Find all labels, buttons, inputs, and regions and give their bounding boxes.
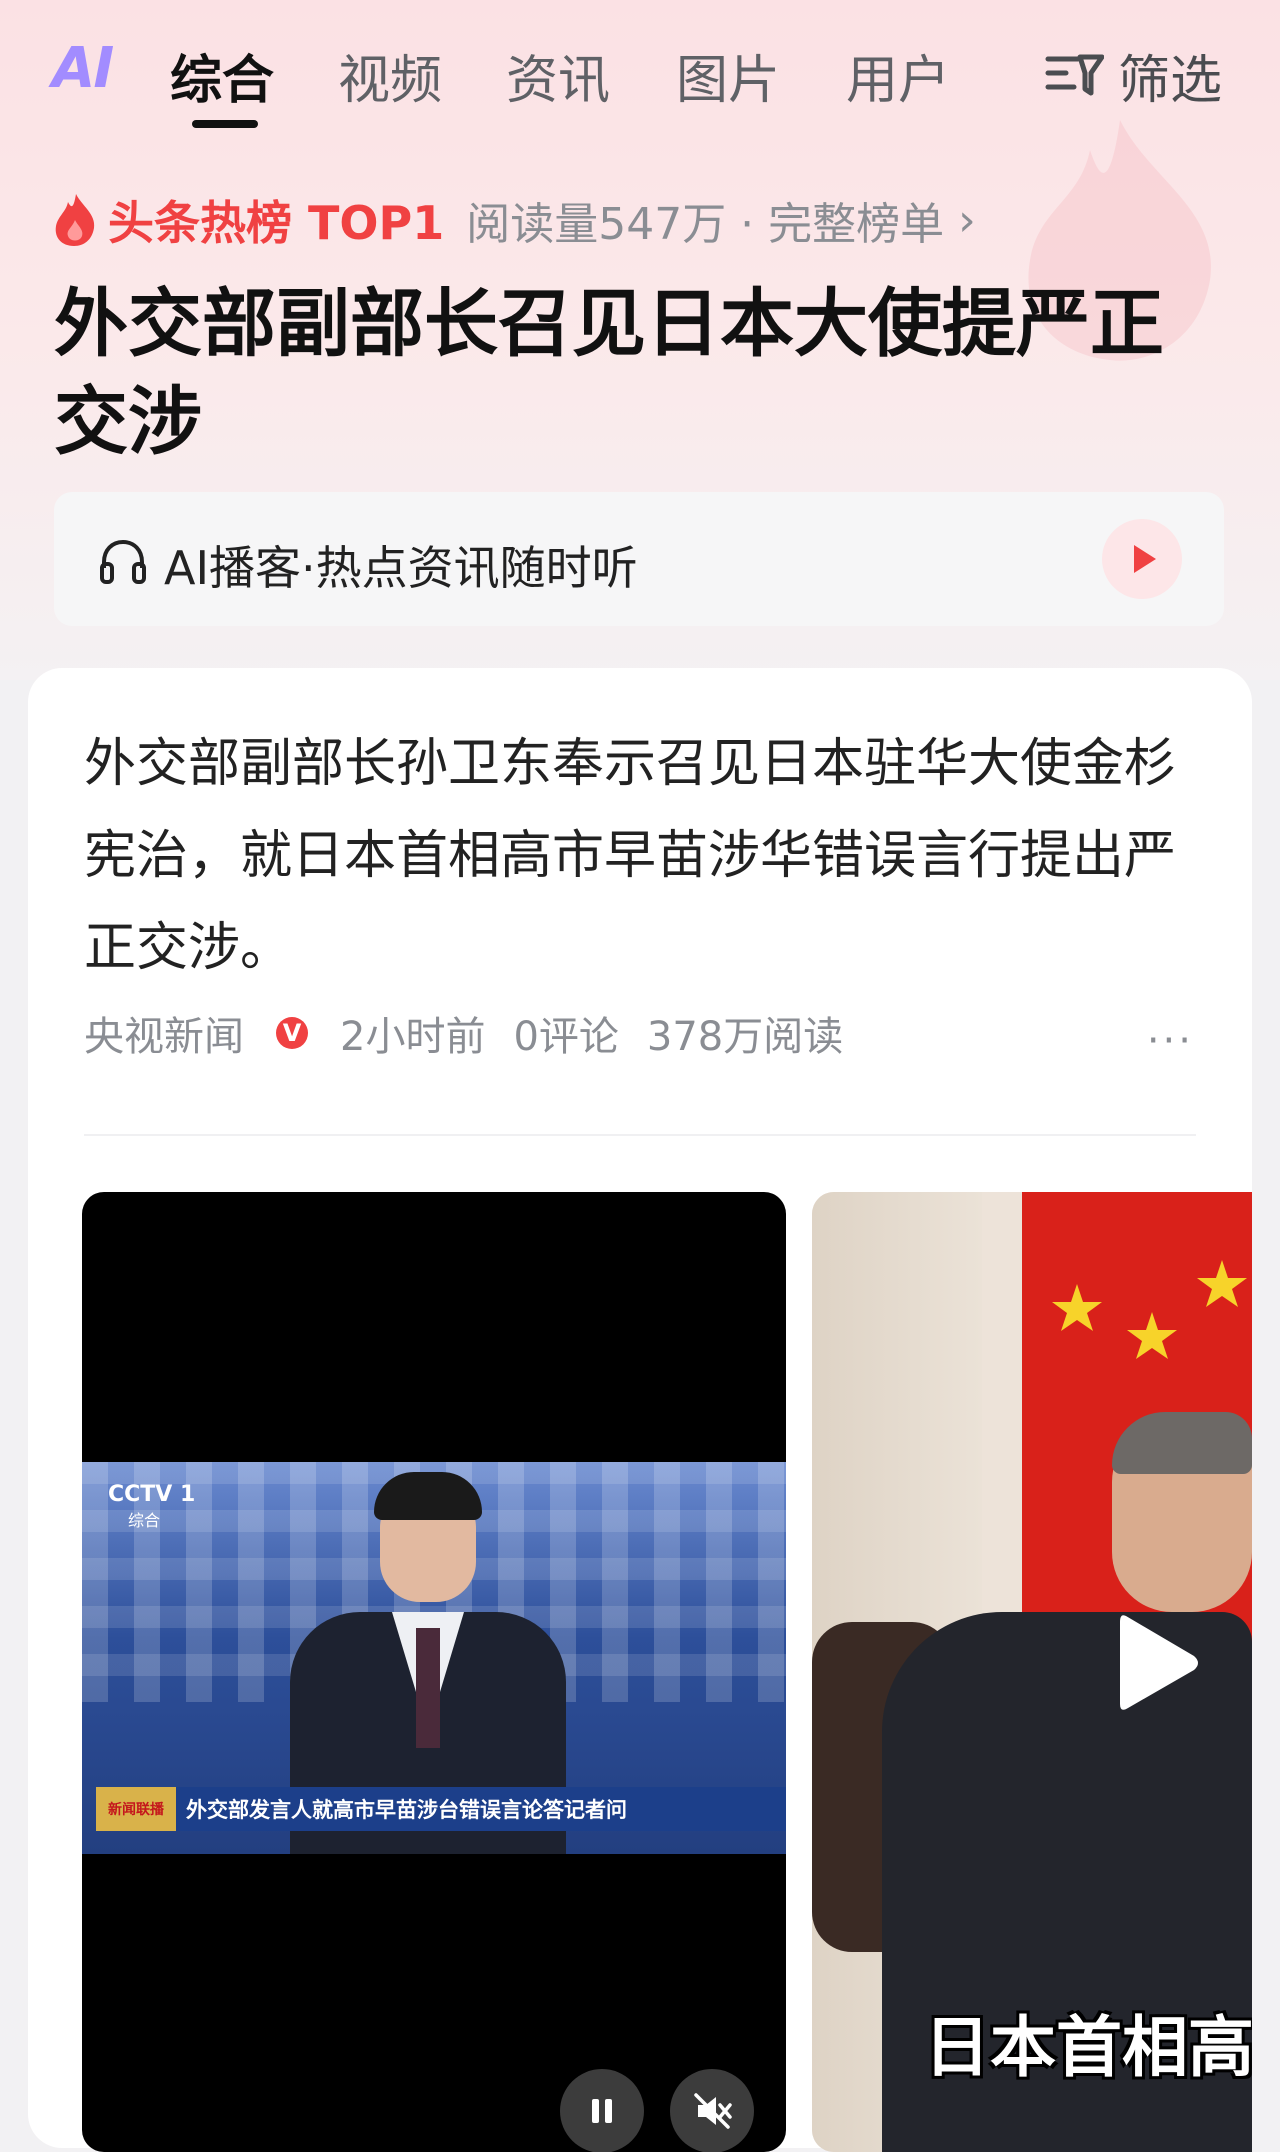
- filter-button[interactable]: 筛选: [1044, 38, 1222, 113]
- search-tabs: AI 综合 视频 资讯 图片 用户 筛选: [0, 0, 1280, 130]
- podcast-label: AI播客·热点资讯随时听: [164, 541, 638, 595]
- chevron-right-icon: ›: [958, 194, 976, 246]
- play-icon[interactable]: [1112, 1608, 1202, 1718]
- comment-count[interactable]: 0评论: [513, 1004, 618, 1062]
- muted-speaker-icon: [694, 2093, 732, 2129]
- hot-list-banner[interactable]: 头条热榜 TOP1 阅读量547万 · 完整榜单 ›: [52, 190, 976, 250]
- anchor-tie: [416, 1628, 440, 1748]
- article-summary[interactable]: 外交部副部长孙卫东奉示召见日本驻华大使金杉宪治，就日本首相高市早苗涉华错误言行提…: [84, 718, 1204, 994]
- active-tab-underline: [192, 120, 258, 128]
- article-card[interactable]: 外交部副部长孙卫东奉示召见日本驻华大使金杉宪治，就日本首相高市早苗涉华错误言行提…: [28, 668, 1252, 2152]
- play-icon: [1134, 545, 1156, 573]
- podcast-play-button[interactable]: [1102, 519, 1182, 599]
- tab-users[interactable]: 用户: [846, 38, 950, 113]
- hot-list-meta[interactable]: 阅读量547万 · 完整榜单: [466, 188, 944, 252]
- flame-icon: [55, 194, 95, 246]
- tab-video[interactable]: 视频: [338, 38, 442, 113]
- tab-images[interactable]: 图片: [676, 38, 780, 113]
- lower-third-text: 外交部发言人就高市早苗涉台错误言论答记者问: [186, 1798, 627, 1822]
- ai-logo[interactable]: AI: [52, 36, 114, 101]
- verified-badge-icon: V: [276, 1017, 308, 1049]
- tab-news[interactable]: 资讯: [506, 38, 610, 113]
- more-options-icon[interactable]: ···: [1147, 1018, 1194, 1064]
- video-player[interactable]: CCTV 1 综合 新闻联播 外交部发言人就高市早苗涉台错误言论答记者问: [82, 1192, 786, 2152]
- page-title[interactable]: 外交部副部长召见日本大使提严正交涉: [54, 275, 1234, 471]
- video-frame: CCTV 1 综合 新闻联播 外交部发言人就高市早苗涉台错误言论答记者问: [82, 1462, 786, 1854]
- flag-stars: [1052, 1260, 1247, 1359]
- hot-list-title: 头条热榜 TOP1: [108, 196, 445, 250]
- publish-time: 2小时前: [340, 1014, 486, 1060]
- tab-comprehensive[interactable]: 综合: [170, 38, 274, 113]
- article-meta: 央视新闻 V 2小时前 0评论 378万阅读: [84, 1003, 871, 1063]
- headphones-icon: [100, 539, 146, 584]
- pause-icon: [592, 2099, 612, 2123]
- photo-caption: 日本首相高市: [924, 2009, 1252, 2086]
- program-logo: 新闻联播: [96, 1787, 176, 1831]
- lower-third-caption: 新闻联播 外交部发言人就高市早苗涉台错误言论答记者问: [96, 1787, 786, 1831]
- filter-label: 筛选: [1117, 51, 1222, 111]
- mute-button[interactable]: [670, 2069, 754, 2152]
- source-name[interactable]: 央视新闻: [84, 1004, 244, 1062]
- channel-logo: CCTV 1 综合: [108, 1482, 195, 1531]
- ai-podcast-bar[interactable]: AI播客·热点资讯随时听: [54, 492, 1224, 626]
- person-hair: [1112, 1412, 1252, 1474]
- pause-button[interactable]: [560, 2069, 644, 2152]
- channel-sub-text: 综合: [128, 1511, 161, 1530]
- read-count: 378万阅读: [646, 1014, 844, 1060]
- anchor-hair: [374, 1472, 482, 1520]
- divider: [84, 1134, 1196, 1136]
- channel-logo-text: CCTV 1: [108, 1482, 196, 1507]
- video-thumbnail-2[interactable]: 日本首相高市: [812, 1192, 1252, 2152]
- filter-icon: [1045, 54, 1104, 95]
